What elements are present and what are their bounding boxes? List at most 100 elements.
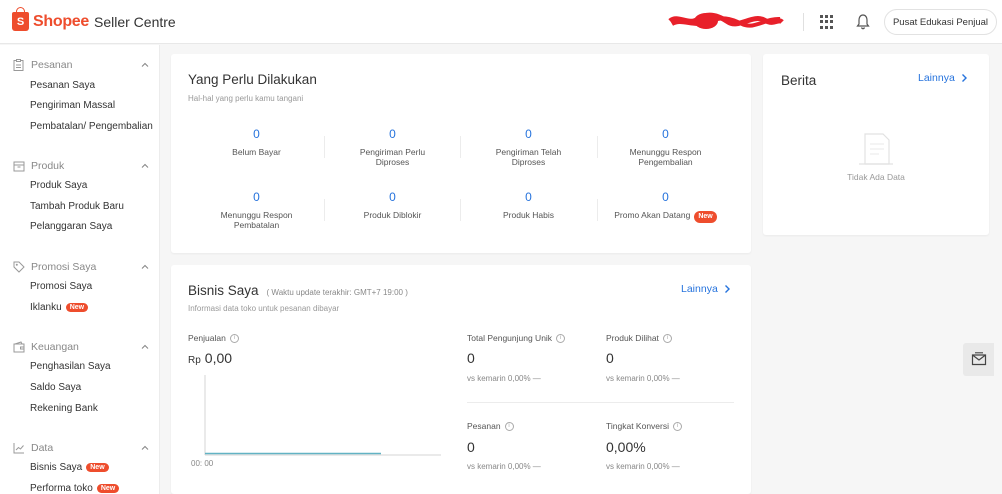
- new-badge: New: [694, 211, 717, 223]
- sidebar-item-pengiriman-massal[interactable]: Pengiriman Massal: [30, 100, 115, 111]
- group-label: Promosi Saya: [31, 260, 97, 273]
- sales-label-text: Penjualan: [188, 333, 226, 343]
- todo-label-text: Promo Akan Datang: [614, 210, 691, 220]
- sidebar-group-pesanan[interactable]: Pesanan: [12, 58, 150, 71]
- todo-label: Pengiriman Telah Diproses: [495, 147, 562, 167]
- metric-label-text: Produk Dilihat: [606, 333, 659, 343]
- logo-product: Seller Centre: [94, 13, 176, 30]
- metric-product-views-value: 0: [606, 350, 614, 366]
- todo-label: Produk Diblokir: [363, 210, 422, 220]
- sidebar-item-pelanggaran[interactable]: Pelanggaran Saya: [30, 221, 112, 232]
- todo-produk-habis[interactable]: 0 Produk Habis: [461, 190, 596, 220]
- sidebar-group-keuangan[interactable]: Keuangan: [12, 340, 150, 353]
- sidebar-item-performa-toko[interactable]: Performa toko New: [30, 483, 120, 494]
- news-empty-text: Tidak Ada Data: [847, 172, 905, 182]
- new-badge: New: [96, 484, 120, 493]
- group-label: Pesanan: [31, 58, 73, 71]
- bell-icon[interactable]: [855, 13, 871, 31]
- todo-produk-diblokir[interactable]: 0 Produk Diblokir: [325, 190, 460, 220]
- news-more-link[interactable]: Lainnya: [918, 72, 968, 84]
- todo-belum-bayar[interactable]: 0 Belum Bayar: [189, 127, 324, 157]
- new-badge: New: [86, 463, 109, 472]
- todo-count: 0: [662, 190, 669, 204]
- news-title: Berita: [781, 73, 817, 88]
- business-card: Bisnis Saya ( Waktu update terakhir: GMT…: [171, 265, 751, 494]
- info-icon[interactable]: i: [673, 421, 682, 431]
- metric-visitors-compare: vs kemarin 0,00% —: [467, 374, 541, 383]
- seller-education-button[interactable]: Pusat Edukasi Penjual: [884, 9, 997, 35]
- sidebar-group-promosi[interactable]: Promosi Saya: [12, 260, 150, 273]
- chevron-up-icon[interactable]: [140, 262, 150, 272]
- todo-card: Yang Perlu Dilakukan Hal-hal yang perlu …: [171, 54, 751, 253]
- chevron-up-icon[interactable]: [140, 342, 150, 352]
- info-icon[interactable]: i: [662, 333, 672, 343]
- apps-grid-icon[interactable]: [820, 15, 834, 29]
- todo-label: Promo Akan Datang New: [598, 210, 733, 223]
- sidebar-group-data[interactable]: Data: [12, 441, 150, 454]
- sidebar-item-saldo[interactable]: Saldo Saya: [30, 382, 81, 393]
- todo-label: Belum Bayar: [232, 147, 281, 157]
- todo-pengiriman-perlu-diproses[interactable]: 0 Pengiriman Perlu Diproses: [325, 127, 460, 167]
- info-icon[interactable]: i: [229, 333, 239, 343]
- todo-menunggu-respon-pembatalan[interactable]: 0 Menunggu Respon Pembatalan: [189, 190, 324, 230]
- group-label: Data: [31, 441, 54, 454]
- sidebar-group-produk[interactable]: Produk: [12, 159, 150, 172]
- shopee-bag-icon: S: [12, 7, 29, 31]
- shopee-logo[interactable]: S Shopee Seller Centre: [12, 7, 176, 31]
- sidebar-item-pesanan-saya[interactable]: Pesanan Saya: [30, 80, 95, 91]
- sales-value: 0,00: [204, 350, 233, 366]
- todo-label: Pengiriman Perlu Diproses: [359, 147, 426, 167]
- sidebar: Pesanan Pesanan Saya Pengiriman Massal P…: [0, 45, 160, 494]
- metric-orders-compare: vs kemarin 0,00% —: [467, 462, 541, 471]
- metric-label-text: Tingkat Konversi: [606, 421, 669, 431]
- metric-visitors-value: 0: [467, 350, 475, 366]
- todo-subtitle: Hal-hal yang perlu kamu tangani: [188, 94, 304, 103]
- metric-conversion-value: 0,00%: [606, 439, 646, 455]
- todo-label: Produk Habis: [502, 210, 555, 220]
- group-label: Produk: [31, 159, 65, 172]
- sales-label: Penjualan i: [188, 333, 239, 343]
- metric-orders-value: 0: [467, 439, 475, 455]
- mail-chat-icon: [971, 352, 986, 366]
- sidebar-item-promosi-saya[interactable]: Promosi Saya: [30, 281, 92, 292]
- redacted-username: [668, 12, 784, 29]
- sidebar-item-iklanku[interactable]: Iklanku New: [30, 302, 89, 313]
- todo-promo-akan-datang[interactable]: 0 Promo Akan Datang New: [598, 190, 733, 223]
- sidebar-item-rekening-bank[interactable]: Rekening Bank: [30, 403, 98, 414]
- todo-label: Menunggu Respon Pengembalian: [629, 147, 702, 167]
- sidebar-item-penghasilan[interactable]: Penghasilan Saya: [30, 361, 111, 372]
- metrics-divider: [467, 402, 734, 403]
- todo-count: 0: [525, 190, 532, 204]
- news-card: Berita Lainnya Tidak Ada Data: [763, 54, 989, 235]
- header-divider: [803, 13, 804, 31]
- todo-count: 0: [389, 127, 396, 141]
- sidebar-item-pembatalan[interactable]: Pembatalan/ Pengembalian: [30, 121, 153, 132]
- sidebar-item-label: Iklanku: [30, 302, 62, 313]
- metric-product-views-compare: vs kemarin 0,00% —: [606, 374, 680, 383]
- metric-conversion-label: Tingkat Konversi i: [606, 421, 682, 431]
- metric-label-text: Total Pengunjung Unik: [467, 333, 553, 343]
- more-label: Lainnya: [681, 283, 718, 295]
- info-icon[interactable]: i: [556, 333, 566, 343]
- sidebar-item-label: Performa toko: [30, 483, 93, 494]
- business-subtitle: Informasi data toko untuk pesanan dibaya…: [188, 304, 340, 313]
- group-label: Keuangan: [31, 340, 79, 353]
- top-header: S Shopee Seller Centre: [0, 0, 1002, 44]
- chevron-up-icon[interactable]: [140, 60, 150, 70]
- business-title-row: Bisnis Saya ( Waktu update terakhir: GMT…: [188, 283, 408, 298]
- business-more-link[interactable]: Lainnya: [681, 283, 731, 295]
- wallet-icon: [12, 340, 25, 353]
- sidebar-item-produk-saya[interactable]: Produk Saya: [30, 180, 87, 191]
- chevron-up-icon[interactable]: [140, 161, 150, 171]
- sales-currency: Rp: [188, 355, 201, 366]
- sales-value-row: Rp 0,00: [188, 350, 232, 366]
- sidebar-item-bisnis-saya[interactable]: Bisnis Saya New: [30, 462, 109, 473]
- chevron-up-icon[interactable]: [140, 443, 150, 453]
- sidebar-item-tambah-produk[interactable]: Tambah Produk Baru: [30, 201, 124, 212]
- info-icon[interactable]: i: [504, 421, 514, 431]
- todo-pengiriman-telah-diproses[interactable]: 0 Pengiriman Telah Diproses: [461, 127, 596, 167]
- todo-menunggu-respon-pengembalian[interactable]: 0 Menunggu Respon Pengembalian: [598, 127, 733, 167]
- business-update-note: ( Waktu update terakhir: GMT+7 19:00 ): [266, 288, 408, 297]
- todo-count: 0: [662, 127, 669, 141]
- chat-button[interactable]: [963, 343, 994, 376]
